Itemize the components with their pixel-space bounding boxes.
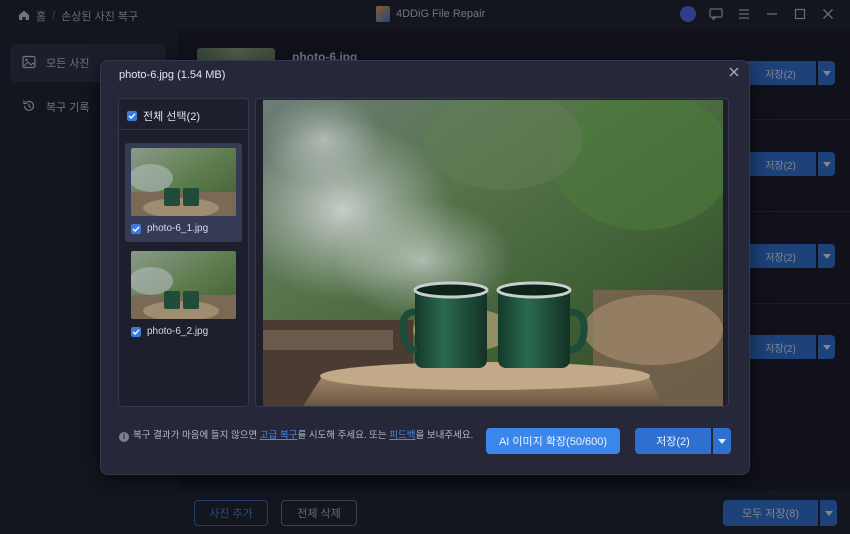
hint-text: i 복구 결과가 마음에 들지 않으면 고급 복구를 시도해 주세요. 또는 피드… (119, 429, 479, 442)
thumbnail-name: photo-6_2.jpg (147, 326, 209, 337)
preview-modal: photo-6.jpg (1.54 MB) 전체 선택(2) photo-6_1… (100, 60, 750, 475)
divider (119, 129, 248, 130)
thumbnail-image (131, 148, 236, 216)
thumbnail-item[interactable]: photo-6_2.jpg (125, 246, 242, 345)
image-preview (255, 98, 729, 407)
preview-photo (263, 100, 723, 406)
thumbnail-caption: photo-6_1.jpg (131, 223, 208, 234)
hint-part: 를 시도해 주세요. 또는 (297, 430, 390, 441)
checkbox-checked-icon[interactable] (127, 111, 137, 121)
advanced-repair-link[interactable]: 고급 복구 (260, 430, 298, 441)
modal-save-button[interactable]: 저장(2) (635, 428, 711, 454)
modal-save-split-button: 저장(2) (635, 428, 731, 454)
select-all-checkbox[interactable]: 전체 선택(2) (127, 108, 200, 124)
info-icon: i (119, 431, 129, 442)
hint-part: 복구 결과가 마음에 들지 않으면 (133, 430, 260, 441)
ai-image-expand-button[interactable]: AI 이미지 확장(50/600) (486, 428, 620, 454)
checkbox-checked-icon[interactable] (131, 326, 141, 337)
thumbnail-panel: 전체 선택(2) photo-6_1.jpg photo-6_2.jpg (118, 98, 249, 407)
thumbnail-image (131, 251, 236, 319)
chevron-down-icon (718, 438, 726, 444)
thumbnail-item[interactable]: photo-6_1.jpg (125, 143, 242, 242)
hint-part: 을 보내주세요. (415, 430, 474, 441)
checkbox-checked-icon[interactable] (131, 223, 141, 234)
thumbnail-caption: photo-6_2.jpg (131, 326, 208, 337)
modal-save-dropdown[interactable] (713, 428, 731, 454)
modal-title: photo-6.jpg (1.54 MB) (119, 69, 226, 81)
select-all-label: 전체 선택(2) (143, 111, 200, 123)
thumbnail-name: photo-6_1.jpg (147, 223, 209, 234)
modal-close-icon[interactable] (727, 65, 741, 79)
feedback-link[interactable]: 피드백 (389, 430, 415, 441)
